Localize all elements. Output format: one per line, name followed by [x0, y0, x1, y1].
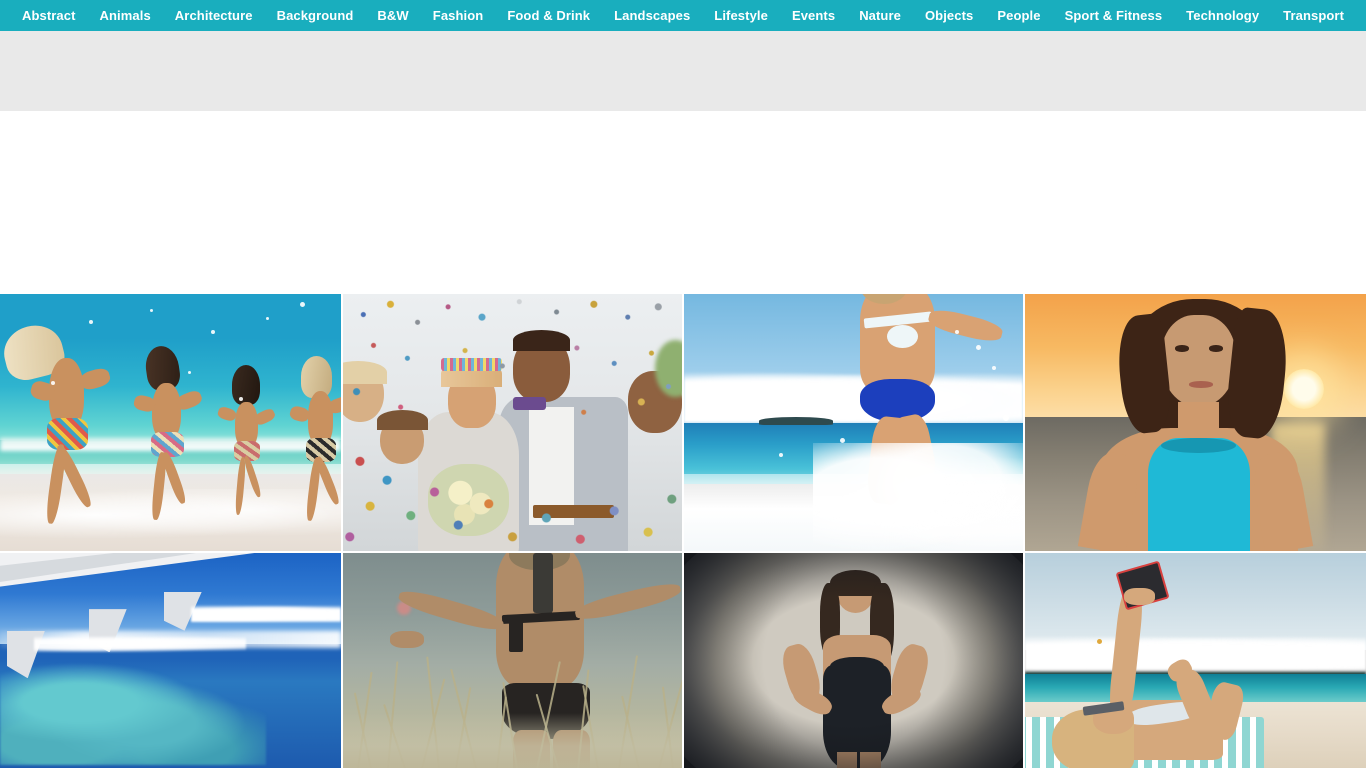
nav-item-abstract[interactable]: Abstract — [10, 0, 88, 31]
nav-item-sport-fitness[interactable]: Sport & Fitness — [1053, 0, 1175, 31]
nav-item-architecture[interactable]: Architecture — [163, 0, 265, 31]
category-nav: Abstract Animals Architecture Background… — [0, 0, 1366, 31]
nav-item-people[interactable]: People — [985, 0, 1052, 31]
photo-tile-wedding-confetti[interactable] — [343, 294, 682, 551]
photo-artwork — [1025, 294, 1366, 551]
photo-artwork — [343, 294, 682, 551]
nav-item-animals[interactable]: Animals — [88, 0, 163, 31]
nav-item-background[interactable]: Background — [265, 0, 366, 31]
photo-tile-women-running-sea[interactable] — [0, 294, 341, 551]
photo-artwork — [343, 553, 682, 768]
nav-item-lifestyle[interactable]: Lifestyle — [702, 0, 780, 31]
nav-item-events[interactable]: Events — [780, 0, 847, 31]
nav-item-food-drink[interactable]: Food & Drink — [495, 0, 602, 31]
category-nav-list: Abstract Animals Architecture Background… — [10, 0, 1356, 31]
photo-artwork — [1025, 553, 1366, 768]
photo-tile-spotlight-model[interactable] — [684, 553, 1023, 768]
photo-artwork — [684, 294, 1023, 551]
content-spacer — [0, 111, 1366, 294]
photo-grid-row — [0, 553, 1366, 768]
nav-item-fashion[interactable]: Fashion — [421, 0, 496, 31]
photo-artwork — [0, 553, 341, 768]
photo-tile-woman-phone-beach[interactable] — [1025, 553, 1366, 768]
photo-grid — [0, 294, 1366, 768]
photo-grid-row — [0, 294, 1366, 551]
photo-artwork — [0, 294, 341, 551]
photo-tile-airplane-wing[interactable] — [0, 553, 341, 768]
nav-item-transport[interactable]: Transport — [1271, 0, 1356, 31]
nav-item-technology[interactable]: Technology — [1174, 0, 1271, 31]
photo-tile-fitness-woman-sunset[interactable] — [1025, 294, 1366, 551]
nav-item-objects[interactable]: Objects — [913, 0, 985, 31]
banner-band — [0, 31, 1366, 111]
photo-tile-woman-running-surf[interactable] — [684, 294, 1023, 551]
photo-tile-woman-dune-grass[interactable] — [343, 553, 682, 768]
nav-item-nature[interactable]: Nature — [847, 0, 913, 31]
photo-artwork — [684, 553, 1023, 768]
nav-item-bw[interactable]: B&W — [365, 0, 420, 31]
nav-item-landscapes[interactable]: Landscapes — [602, 0, 702, 31]
